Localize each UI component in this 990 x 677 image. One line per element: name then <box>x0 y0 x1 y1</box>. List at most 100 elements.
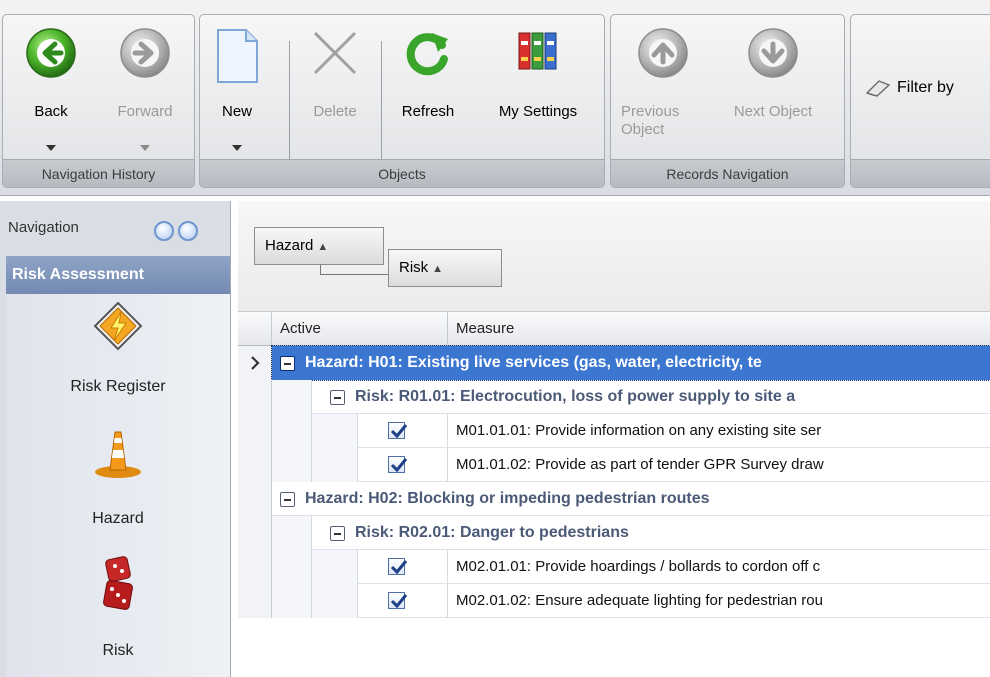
my-settings-button[interactable]: My Settings <box>476 15 600 159</box>
column-header-active[interactable]: Active <box>272 312 448 346</box>
collapse-pane-icon[interactable] <box>154 221 174 241</box>
nav-item-risk[interactable]: Risk <box>6 554 230 677</box>
table-row[interactable]: Risk: R01.01: Electrocution, loss of pow… <box>238 380 990 414</box>
group-indent <box>272 550 312 584</box>
group-chip-hazard[interactable]: Hazard ▲ <box>254 227 384 265</box>
group-indent <box>272 414 312 448</box>
group-indent <box>312 448 358 482</box>
table-row[interactable]: Hazard: H02: Blocking or impeding pedest… <box>238 482 990 516</box>
collapse-group-icon[interactable] <box>280 356 295 371</box>
checkmark-icon <box>390 424 408 439</box>
group-chip-label: Hazard <box>265 237 314 254</box>
expand-pane-icon[interactable] <box>178 221 198 241</box>
active-cell <box>358 550 448 584</box>
nav-item-label: Risk <box>102 642 134 659</box>
measure-cell: M02.01.02: Ensure adequate lighting for … <box>456 592 823 609</box>
group-chip-risk[interactable]: Risk ▲ <box>388 249 502 287</box>
measure-cell: M02.01.01: Provide hoardings / bollards … <box>456 558 821 575</box>
traffic-cone-icon <box>92 426 144 483</box>
row-indicator <box>238 346 272 380</box>
back-button[interactable]: Back <box>9 15 93 159</box>
sort-ascending-icon: ▲ <box>432 263 444 275</box>
row-indicator <box>238 516 272 550</box>
ribbon-group-caption: Navigation History <box>3 159 194 187</box>
group-by-panel: Hazard ▲ Risk ▲ <box>238 201 990 312</box>
active-checkbox[interactable] <box>388 592 408 609</box>
group-indent <box>272 516 312 550</box>
ribbon-toolbar: Back Forward Navigation History New Dele… <box>0 0 990 196</box>
table-row[interactable]: M02.01.01: Provide hoardings / bollards … <box>238 550 990 584</box>
my-settings-label: My Settings <box>498 103 578 120</box>
group-indent <box>272 448 312 482</box>
group-chip-label: Risk <box>399 259 429 276</box>
refresh-icon <box>402 27 454 82</box>
row-indicator <box>238 380 272 414</box>
back-dropdown-icon[interactable] <box>46 145 56 151</box>
row-indicator-header <box>238 312 272 346</box>
active-checkbox[interactable] <box>388 456 408 473</box>
active-checkbox[interactable] <box>388 422 408 439</box>
grid-panel: Hazard ▲ Risk ▲ Active Measure Hazard: H01… <box>238 201 990 677</box>
forward-label: Forward <box>117 103 173 120</box>
navigation-header: Navigation <box>6 205 230 253</box>
nav-item-risk-register[interactable]: Risk Register <box>6 294 230 424</box>
nav-group-risk-assessment[interactable]: Risk Assessment <box>6 256 230 294</box>
group-row-hazard[interactable]: Hazard: H01: Existing live services (gas… <box>271 345 990 381</box>
down-arrow-icon <box>747 27 799 82</box>
navigation-pane: Navigation Risk Assessment Risk Register <box>0 201 231 677</box>
up-arrow-icon <box>637 27 689 82</box>
group-indent <box>312 550 358 584</box>
separator <box>289 41 290 159</box>
group-row-text: Hazard: H01: Existing live services (gas… <box>305 354 762 371</box>
forward-arrow-icon <box>119 27 171 82</box>
separator <box>381 41 382 159</box>
back-label: Back <box>34 103 68 120</box>
delete-label: Delete <box>313 103 357 120</box>
delete-button[interactable]: Delete <box>292 15 378 159</box>
forward-dropdown-icon[interactable] <box>140 145 150 151</box>
ribbon-group-navigation-history: Back Forward Navigation History <box>2 14 195 188</box>
table-row[interactable]: M01.01.01: Provide information on any ex… <box>238 414 990 448</box>
row-indicator <box>238 414 272 448</box>
checkmark-icon <box>390 458 408 473</box>
next-object-button[interactable]: Next Object <box>713 15 833 159</box>
forward-button[interactable]: Forward <box>99 15 191 159</box>
ribbon-group-caption: Records Navigation <box>611 159 844 187</box>
filter-by-label: Filter by <box>897 79 954 96</box>
lightning-diamond-icon <box>92 300 144 355</box>
active-cell <box>358 584 448 618</box>
ribbon-group-records-navigation: Previous Object Next Object Records Navi… <box>610 14 845 188</box>
collapse-group-icon[interactable] <box>280 492 295 507</box>
new-button[interactable]: New <box>206 15 268 159</box>
refresh-button[interactable]: Refresh <box>384 15 472 159</box>
group-indent <box>272 584 312 618</box>
nav-item-hazard[interactable]: Hazard <box>6 424 230 554</box>
grid-header-row: Active Measure <box>238 312 990 346</box>
filter-eraser-icon <box>865 79 891 100</box>
new-label: New <box>221 103 252 120</box>
table-row[interactable]: Hazard: H01: Existing live services (gas… <box>238 345 990 381</box>
next-object-label: Next Object <box>733 103 813 120</box>
collapse-group-icon[interactable] <box>330 390 345 405</box>
ribbon-group-caption <box>851 159 990 187</box>
collapse-group-icon[interactable] <box>330 526 345 541</box>
row-indicator <box>238 448 272 482</box>
table-row[interactable]: M02.01.02: Ensure adequate lighting for … <box>238 584 990 618</box>
table-row[interactable]: Risk: R02.01: Danger to pedestrians <box>238 516 990 550</box>
nav-item-label: Hazard <box>92 510 144 527</box>
active-checkbox[interactable] <box>388 558 408 575</box>
navigation-title: Navigation <box>8 219 79 236</box>
delete-x-icon <box>309 27 361 82</box>
dice-icon <box>95 556 141 615</box>
table-row[interactable]: M01.01.02: Provide as part of tender GPR… <box>238 448 990 482</box>
checkmark-icon <box>390 594 408 609</box>
measure-cell: M01.01.02: Provide as part of tender GPR… <box>456 456 824 473</box>
active-cell <box>358 448 448 482</box>
row-indicator <box>238 584 272 618</box>
active-cell <box>358 414 448 448</box>
column-header-measure[interactable]: Measure <box>448 312 990 346</box>
new-dropdown-icon[interactable] <box>232 145 242 151</box>
measure-cell: M01.01.01: Provide information on any ex… <box>456 422 822 439</box>
previous-object-button[interactable]: Previous Object <box>615 15 711 159</box>
filter-by-button[interactable]: Filter by <box>861 15 990 159</box>
